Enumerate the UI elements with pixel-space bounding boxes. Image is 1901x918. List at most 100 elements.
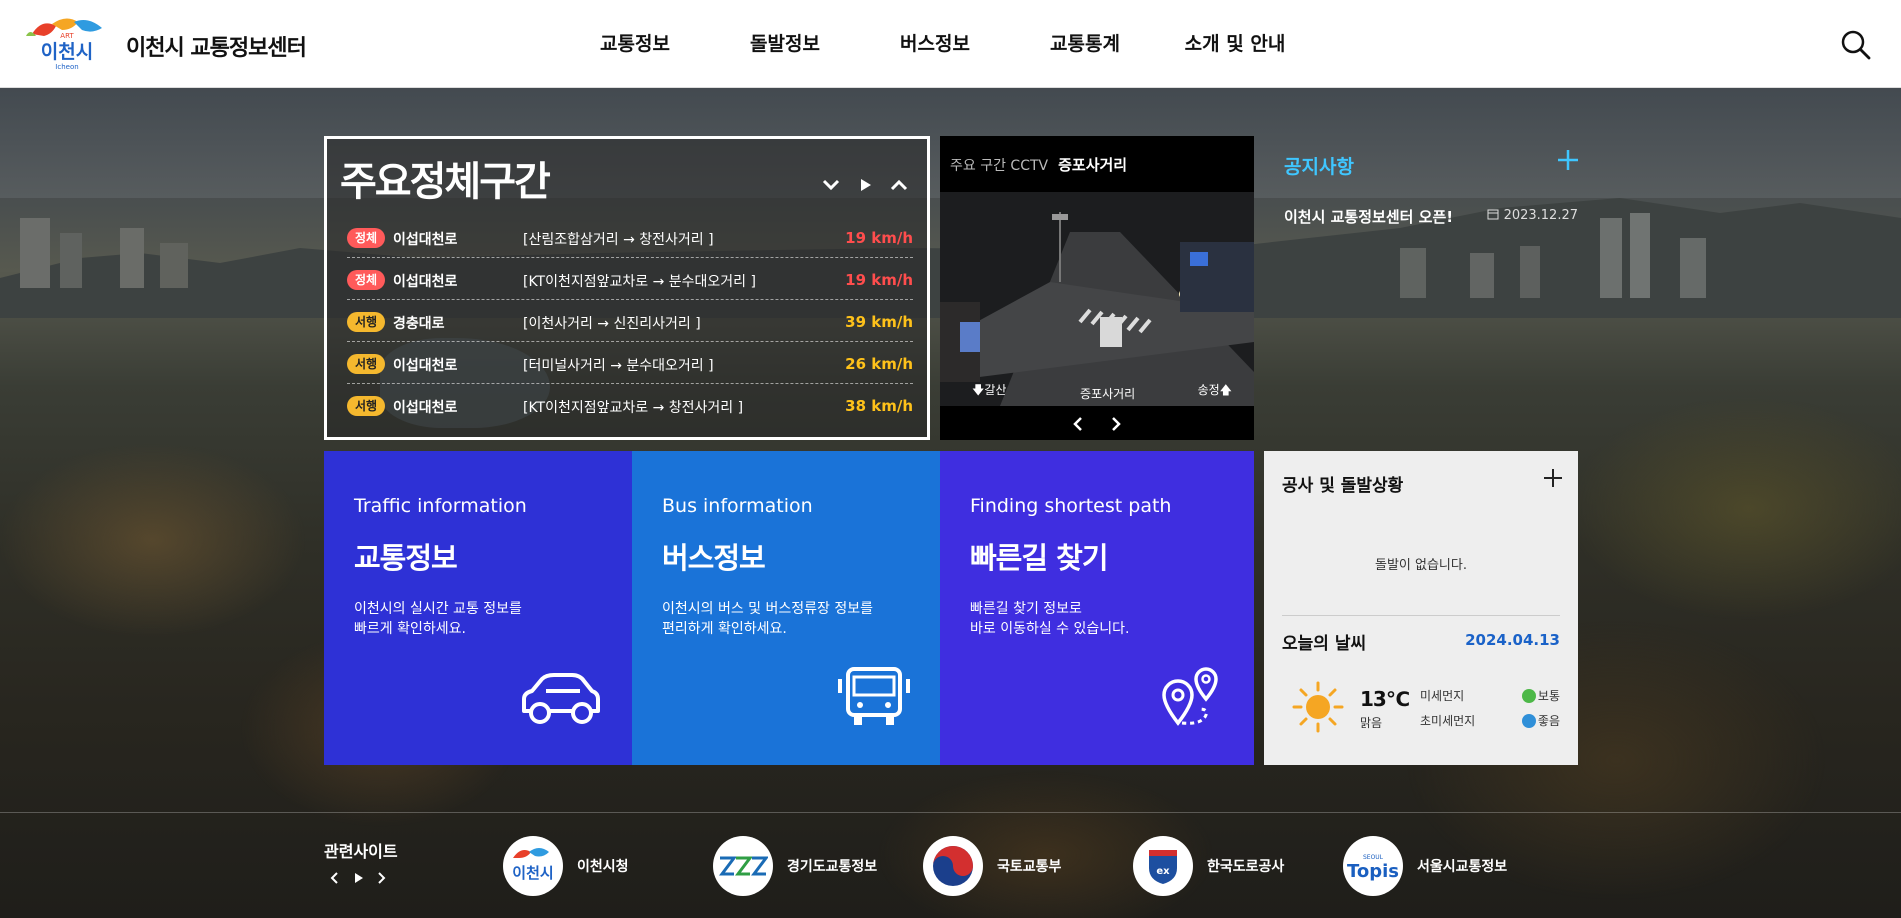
nav-incident-info[interactable]: 돌발정보: [710, 0, 860, 88]
ultrafine-dust-value: 좋음: [1521, 712, 1560, 729]
related-site-ex[interactable]: ex 한국도로공사: [1133, 836, 1284, 896]
related-site-gyeonggi[interactable]: 경기도교통정보: [713, 836, 877, 896]
speed-value: 38 km/h: [845, 397, 913, 415]
status-badge: 서행: [347, 312, 385, 332]
site-label: 경기도교통정보: [787, 859, 878, 875]
road-name: 이섭대천로: [393, 358, 458, 374]
cctv-nav: [940, 408, 1254, 440]
svg-text:SEOUL: SEOUL: [1363, 854, 1384, 861]
fine-dust-label: 미세먼지: [1420, 689, 1465, 703]
cctv-location: 증포사거리: [1058, 156, 1128, 174]
car-icon: [522, 673, 600, 724]
card-ko-title: 빠른길 찾기: [970, 541, 1109, 575]
route-pin-icon: [1162, 667, 1218, 726]
site-label: 서울시교통정보: [1417, 859, 1508, 875]
speed-value: 26 km/h: [845, 355, 913, 373]
nav-about[interactable]: 소개 및 안내: [1160, 0, 1310, 88]
incident-title[interactable]: 공사 및 돌발상황: [1282, 471, 1403, 496]
play-icon[interactable]: [855, 175, 875, 195]
related-sites-controls: [326, 870, 390, 886]
road-section: [이천사거리 → 신진리사거리 ]: [523, 316, 701, 332]
card-ko-title: 버스정보: [662, 541, 766, 575]
road-section: [산림조합삼거리 → 창전사거리 ]: [523, 232, 714, 248]
related-site-molit[interactable]: 국토교통부: [923, 836, 1061, 896]
notice-date-text: 2023.12.27: [1503, 208, 1578, 223]
speed-value: 19 km/h: [845, 271, 913, 289]
shortest-path-card[interactable]: Finding shortest path 빠른길 찾기 빠른길 찾기 정보로 …: [940, 451, 1254, 765]
related-site-topis[interactable]: SEOUL Topis 서울시교통정보: [1343, 836, 1507, 896]
cctv-video-feed[interactable]: 🡇갈산 증포사거리 송정🡅: [940, 192, 1254, 406]
site-title[interactable]: 이천시 교통정보센터: [126, 30, 307, 62]
chevron-right-icon[interactable]: [374, 870, 390, 886]
nav-bus-info[interactable]: 버스정보: [860, 0, 1010, 88]
svg-text:ex: ex: [1156, 866, 1170, 877]
traffic-info-card[interactable]: Traffic information 교통정보 이천시의 실시간 교통 정보를…: [324, 451, 632, 765]
cctv-caption-center: 증포사거리: [1080, 387, 1136, 401]
card-description: 이천시의 버스 및 버스정류장 정보를 편리하게 확인하세요.: [662, 601, 873, 637]
congestion-row[interactable]: 서행 이섭대천로 [터미널사거리 → 분수대오거리 ] 26 km/h: [347, 342, 913, 384]
plus-icon[interactable]: [1542, 467, 1564, 489]
smile-icon: [1521, 714, 1536, 728]
fine-dust-status: 보통: [1537, 689, 1560, 703]
notice-title[interactable]: 공지사항: [1284, 152, 1354, 179]
bus-info-card[interactable]: Bus information 버스정보 이천시의 버스 및 버스정류장 정보를…: [632, 451, 940, 765]
chevron-right-icon[interactable]: [1106, 414, 1126, 434]
svg-text:이천시: 이천시: [41, 41, 93, 63]
road-name: 이섭대천로: [393, 232, 458, 248]
weather-title: 오늘의 날씨: [1282, 634, 1367, 654]
cctv-label: 주요 구간 CCTV: [950, 158, 1049, 174]
road-section: [KT이천지점앞교차로 → 분수대오거리 ]: [523, 274, 756, 290]
speed-value: 19 km/h: [845, 229, 913, 247]
incident-empty-message: 돌발이 없습니다.: [1375, 558, 1467, 573]
notice-date: 2023.12.27: [1487, 208, 1578, 223]
ex-logo-icon: ex: [1133, 836, 1193, 896]
cctv-caption-right: 송정🡅: [1197, 383, 1232, 397]
chevron-left-icon[interactable]: [1068, 414, 1088, 434]
topis-logo-icon: SEOUL Topis: [1343, 836, 1403, 896]
svg-text:이천시: 이천시: [512, 864, 553, 882]
bus-icon: [838, 667, 910, 725]
nav-traffic-info[interactable]: 교통정보: [560, 0, 710, 88]
cctv-caption-left: 🡇갈산: [972, 383, 1007, 397]
svg-text:Topis: Topis: [1347, 861, 1399, 881]
site-label: 한국도로공사: [1207, 859, 1285, 875]
footer-divider: [0, 812, 1901, 813]
related-sites-title: 관련사이트: [324, 842, 398, 861]
speed-value: 39 km/h: [845, 313, 913, 331]
congestion-row[interactable]: 서행 이섭대천로 [KT이천지점앞교차로 → 창전사거리 ] 38 km/h: [347, 384, 913, 426]
chevron-down-icon[interactable]: [821, 175, 841, 195]
ultrafine-dust-label: 초미세먼지: [1420, 714, 1476, 728]
site-label: 국토교통부: [997, 859, 1062, 875]
congestion-controls: [821, 175, 909, 195]
plus-icon[interactable]: [1556, 148, 1580, 172]
card-en-title: Traffic information: [354, 495, 527, 517]
main-nav: 교통정보 돌발정보 버스정보 교통통계 소개 및 안내: [560, 0, 1310, 88]
weather-date: 2024.04.13: [1465, 631, 1560, 649]
related-site-icheon[interactable]: 이천시 이천시청: [503, 836, 629, 896]
road-section: [KT이천지점앞교차로 → 창전사거리 ]: [523, 400, 744, 416]
congestion-list: 정체 이섭대천로 [산림조합삼거리 → 창전사거리 ] 19 km/h 정체 이…: [347, 216, 913, 426]
congestion-row[interactable]: 정체 이섭대천로 [KT이천지점앞교차로 → 분수대오거리 ] 19 km/h: [347, 258, 913, 300]
congestion-row[interactable]: 정체 이섭대천로 [산림조합삼거리 → 창전사거리 ] 19 km/h: [347, 216, 913, 258]
status-badge: 서행: [347, 396, 385, 416]
nav-traffic-stats[interactable]: 교통통계: [1010, 0, 1160, 88]
status-badge: 정체: [347, 270, 385, 290]
card-description: 이천시의 실시간 교통 정보를 빠르게 확인하세요.: [354, 601, 522, 637]
cctv-header: 주요 구간 CCTV 증포사거리: [950, 154, 1127, 175]
notice-item-title[interactable]: 이천시 교통정보센터 오픈!: [1284, 206, 1453, 227]
fine-dust-value: 보통: [1521, 687, 1560, 704]
congestion-title: 주요정체구간: [340, 159, 551, 205]
site-header: ART 이천시 Icheon 이천시 교통정보센터 교통정보 돌발정보 버스정보…: [0, 0, 1901, 88]
search-icon[interactable]: [1841, 30, 1871, 60]
chevron-left-icon[interactable]: [326, 870, 342, 886]
svg-text:ART: ART: [60, 32, 74, 40]
chevron-up-icon[interactable]: [889, 175, 909, 195]
major-congestion-panel: 주요정체구간 정체 이섭대천로 [산림조합삼거리 → 창전사거리 ] 19 km…: [324, 136, 930, 440]
road-name: 이섭대천로: [393, 274, 458, 290]
congestion-row[interactable]: 서행 경충대로 [이천사거리 → 신진리사거리 ] 39 km/h: [347, 300, 913, 342]
play-icon[interactable]: [350, 870, 366, 886]
icheon-logo[interactable]: ART 이천시 Icheon: [22, 14, 112, 72]
card-description: 빠른길 찾기 정보로 바로 이동하실 수 있습니다.: [970, 601, 1130, 637]
weather-condition: 맑음: [1360, 716, 1383, 730]
card-en-title: Bus information: [662, 495, 813, 517]
